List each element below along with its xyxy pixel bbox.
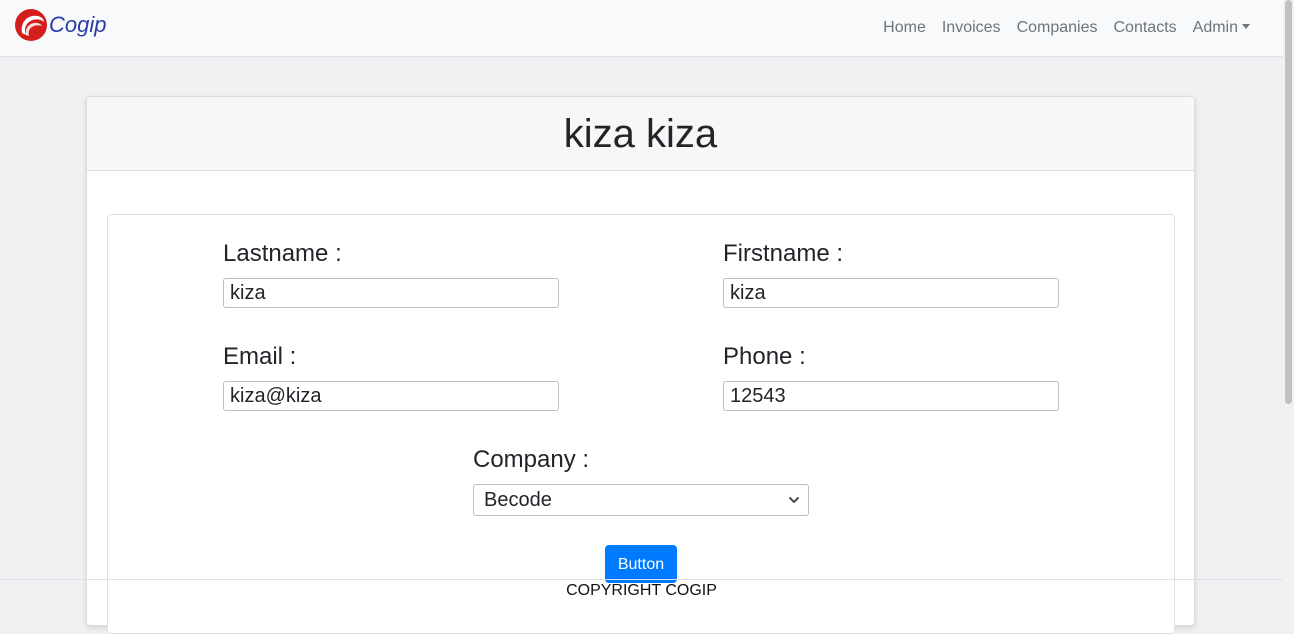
contact-card: kiza kiza Lastname : Firstname : Email :… [86, 96, 1195, 634]
company-selected-value: Becode [484, 489, 552, 511]
nav-invoices[interactable]: Invoices [934, 17, 1009, 39]
nav-home[interactable]: Home [875, 17, 934, 39]
nav-admin-dropdown[interactable]: Admin [1185, 17, 1258, 39]
brand-logo-link[interactable]: Cogip [14, 8, 106, 42]
caret-down-icon [1242, 24, 1250, 29]
nav-admin-label: Admin [1192, 19, 1238, 36]
nav-menu: Home Invoices Companies Contacts Admin [875, 17, 1258, 39]
phone-label: Phone : [723, 343, 806, 370]
company-label: Company : [473, 446, 590, 473]
scrollbar-thumb[interactable] [1285, 0, 1292, 404]
page-scrollbar[interactable] [1283, 0, 1294, 607]
nav-contacts[interactable]: Contacts [1106, 17, 1185, 39]
copyright-text: COPYRIGHT COGIP [566, 582, 717, 599]
chevron-down-icon [789, 497, 799, 503]
firstname-group: Firstname : [723, 240, 1059, 308]
firstname-input[interactable] [723, 278, 1059, 308]
phone-group: Phone : [723, 343, 1059, 411]
firstname-label: Firstname : [723, 240, 844, 267]
email-group: Email : [223, 343, 559, 411]
email-label: Email : [223, 343, 297, 370]
footer: COPYRIGHT COGIP [0, 579, 1283, 607]
nav-companies[interactable]: Companies [1009, 17, 1106, 39]
navbar: Cogip Home Invoices Companies Contacts A… [0, 0, 1283, 57]
company-group: Company : Becode [473, 446, 809, 516]
company-select[interactable]: Becode [473, 484, 809, 516]
submit-button[interactable]: Button [605, 545, 677, 583]
lastname-group: Lastname : [223, 240, 559, 308]
cogip-logo-icon [15, 9, 47, 41]
phone-input[interactable] [723, 381, 1059, 411]
lastname-label: Lastname : [223, 240, 342, 267]
page-title: kiza kiza [563, 112, 718, 156]
lastname-input[interactable] [223, 278, 559, 308]
brand-name: Cogip [49, 12, 107, 37]
email-input[interactable] [223, 381, 559, 411]
contact-form: Lastname : Firstname : Email : Phone : C… [107, 214, 1175, 634]
card-header: kiza kiza [87, 97, 1194, 171]
